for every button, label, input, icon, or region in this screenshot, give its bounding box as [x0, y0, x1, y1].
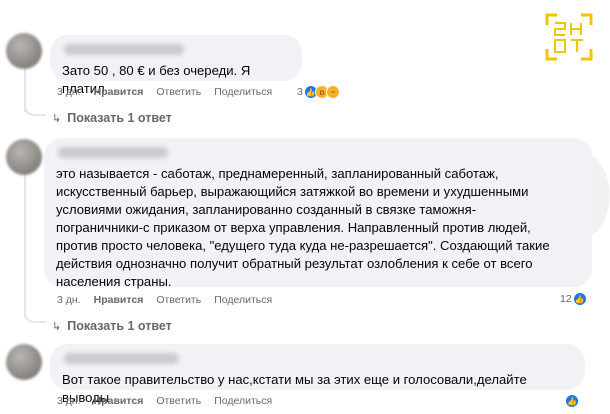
like-icon: 👍 [572, 292, 587, 306]
reaction-summary[interactable]: 👍 [565, 394, 579, 408]
like-button[interactable]: Нравится [94, 395, 144, 407]
author-name[interactable] [64, 44, 184, 55]
author-name[interactable] [64, 353, 179, 364]
author-name[interactable] [58, 147, 168, 158]
comment-text: это называется - саботаж, преднамеренный… [56, 166, 550, 289]
comment-bubble: Зато 50 , 80 € и без очереди. Я платил [50, 35, 302, 96]
comment-time[interactable]: 3 дн. [57, 395, 81, 407]
thread-line [24, 172, 26, 318]
reaction-count: 3 [297, 86, 303, 98]
reaction-count: 12 [560, 293, 572, 305]
reply-arrow-icon: ↳ [52, 112, 62, 125]
reply-button[interactable]: Ответить [156, 395, 201, 407]
comment-bubble: Вот такое правительство у нас,кстати мы … [50, 344, 585, 405]
shot-logo-icon [545, 13, 593, 61]
reply-button[interactable]: Ответить [156, 86, 201, 98]
sad-icon: ~ [325, 85, 340, 99]
avatar[interactable] [6, 139, 42, 175]
share-button[interactable]: Поделиться [214, 395, 272, 407]
like-button[interactable]: Нравится [94, 86, 144, 98]
show-replies-link[interactable]: ↳ Показать 1 ответ [52, 319, 172, 333]
like-icon: 👍 [565, 394, 579, 408]
comment-bubble: это называется - саботаж, преднамеренный… [44, 138, 592, 289]
avatar[interactable] [6, 33, 42, 69]
comment-actions: 3 дн. Нравится Ответить Поделиться [57, 86, 285, 98]
reaction-summary[interactable]: 3 👍 o ~ [297, 85, 340, 99]
like-button[interactable]: Нравится [94, 294, 144, 306]
share-button[interactable]: Поделиться [214, 86, 272, 98]
reply-arrow-icon: ↳ [52, 320, 62, 333]
comment-actions: 3 дн. Нравится Ответить Поделиться [57, 395, 285, 407]
avatar[interactable] [6, 344, 42, 380]
show-replies-link[interactable]: ↳ Показать 1 ответ [52, 111, 172, 125]
reply-button[interactable]: Ответить [156, 294, 201, 306]
thread-elbow [24, 104, 46, 116]
comment-time[interactable]: 3 дн. [57, 294, 81, 306]
share-button[interactable]: Поделиться [214, 294, 272, 306]
reaction-summary[interactable]: 12 👍 [560, 292, 587, 306]
thread-elbow [24, 311, 46, 323]
comment-time[interactable]: 3 дн. [57, 86, 81, 98]
comment-actions: 3 дн. Нравится Ответить Поделиться [57, 294, 285, 306]
